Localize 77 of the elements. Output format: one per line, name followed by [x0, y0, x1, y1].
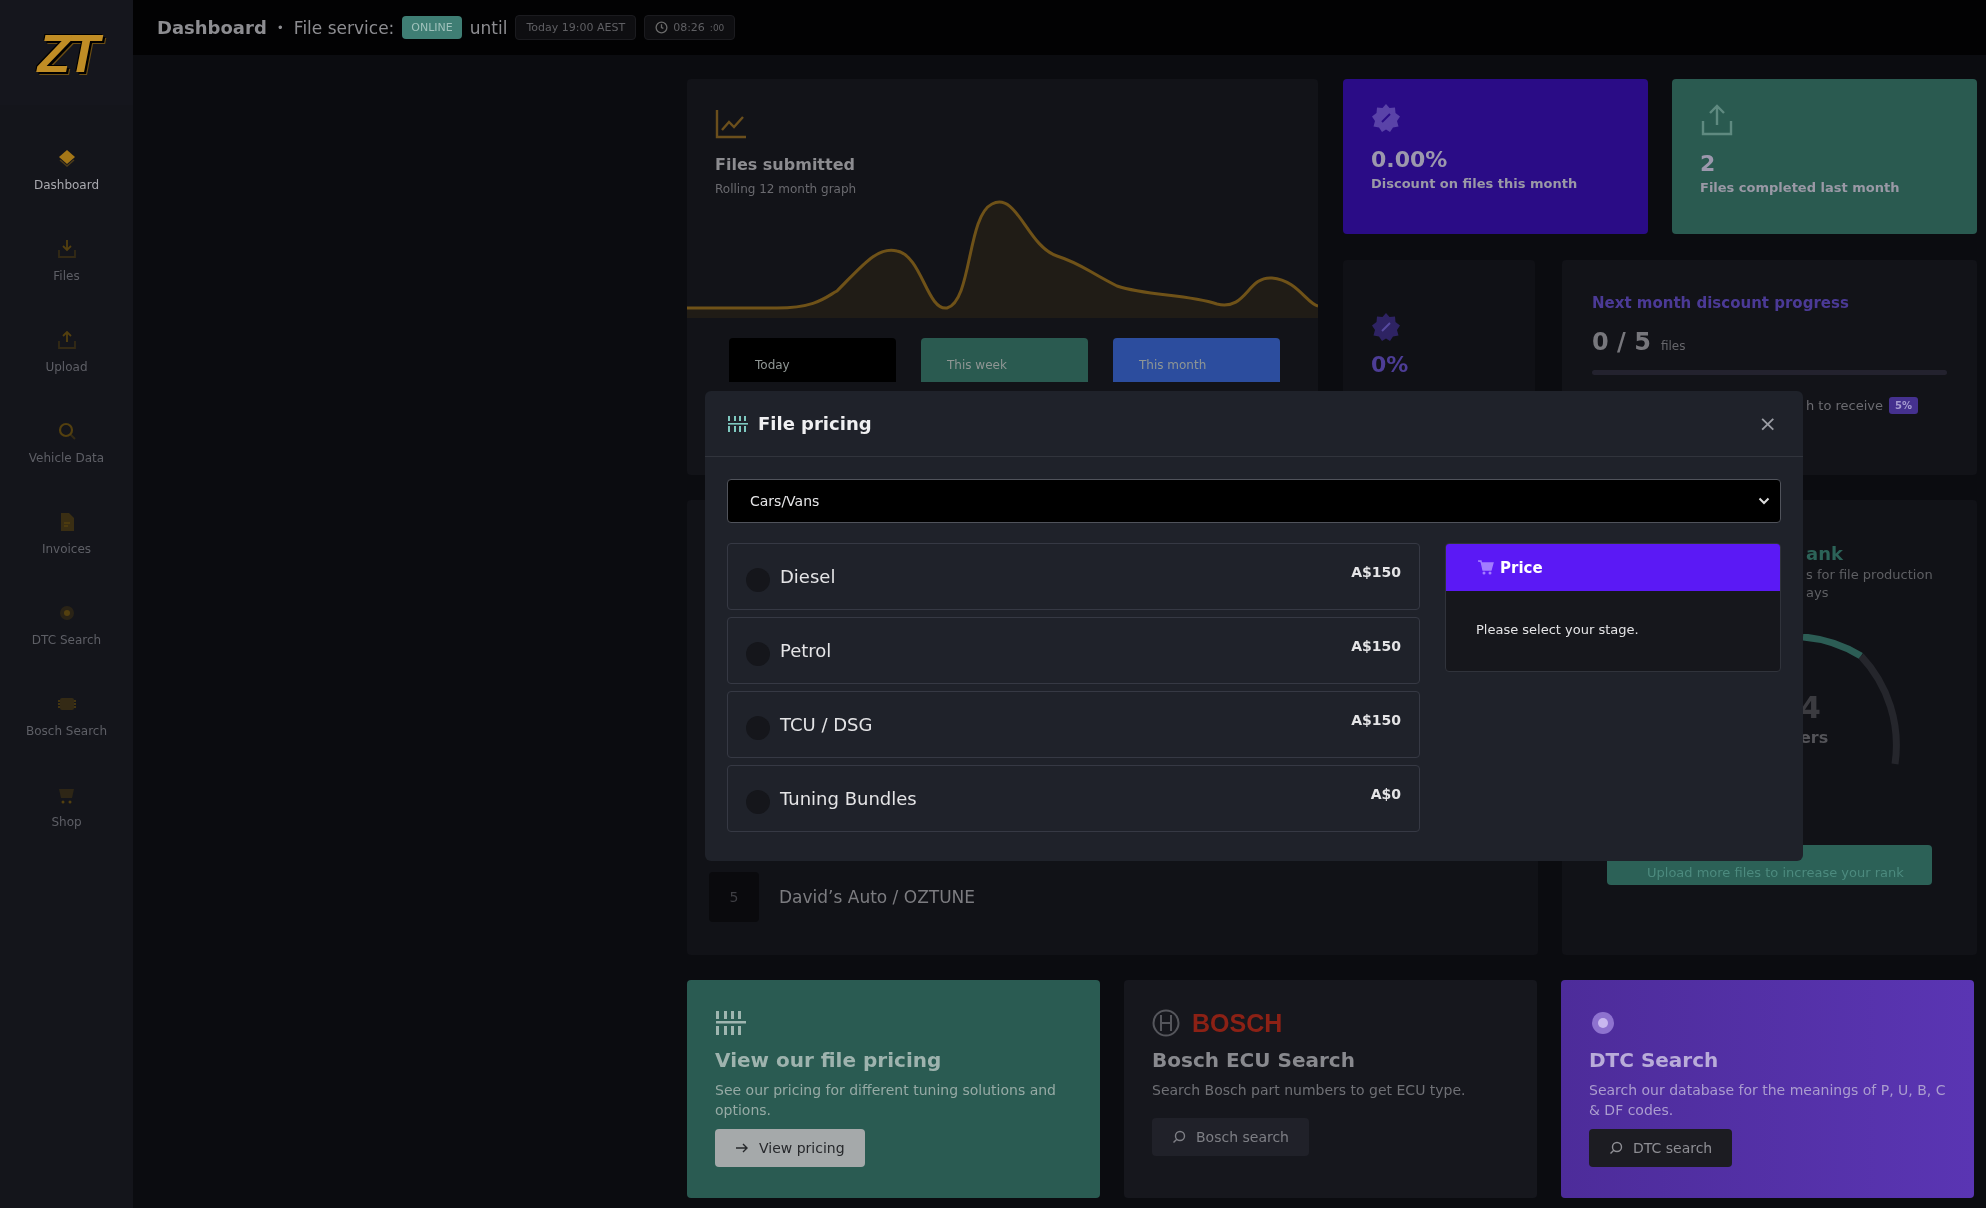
view-pricing-button[interactable]: View pricing: [715, 1128, 865, 1167]
progress-title: Next month discount progress: [1592, 294, 1850, 312]
stage-option[interactable]: TCU / DSG A$150: [727, 691, 1420, 758]
card-text: Search our database for the meanings of P, U, B, C & DF codes.: [1589, 1081, 1946, 1121]
until-time: Today 19:00 AEST: [515, 15, 637, 40]
sidebar-item[interactable]: Upload: [0, 329, 133, 374]
close-button[interactable]: ×: [1754, 411, 1781, 436]
card-title: Bosch ECU Search: [1152, 1048, 1355, 1072]
sidebar-item[interactable]: DTC Search: [0, 602, 133, 647]
sidebar-item[interactable]: Bosch Search: [0, 693, 133, 738]
cart-icon: [1478, 560, 1494, 575]
until-label: until: [469, 17, 508, 38]
clock-time: 08:26: [673, 21, 705, 34]
dialog-title: File pricing: [758, 413, 872, 434]
option-label: Petrol: [780, 640, 832, 661]
price-list-icon: [728, 415, 748, 432]
price-message: Please select your stage.: [1475, 621, 1640, 639]
option-price: A$150: [1351, 638, 1401, 654]
card-title: DTC Search: [1589, 1048, 1719, 1072]
sidebar-item[interactable]: Vehicle Data: [0, 420, 133, 465]
option-label: Diesel: [780, 566, 836, 587]
search-button[interactable]: Bosch search: [1152, 1118, 1309, 1157]
stat-label: Discount on files this month: [1371, 176, 1578, 191]
card-text: Search Bosch part numbers to get ECU type.: [1152, 1081, 1466, 1100]
progress-note: h to receive: [1806, 398, 1884, 413]
search-icon: [1172, 1130, 1186, 1145]
upload-icon: [55, 329, 78, 351]
sidebar-item[interactable]: Invoices: [0, 511, 133, 556]
search-button[interactable]: DTC search: [1589, 1128, 1733, 1167]
option-label: Tuning Bundles: [780, 788, 917, 809]
upload-icon: [1700, 103, 1734, 137]
option-price: A$150: [1351, 564, 1401, 580]
stat-label: Files completed last month: [1700, 180, 1900, 195]
period-tab[interactable]: Today: [729, 338, 896, 382]
option-price: A$150: [1351, 712, 1401, 728]
discount-badge-icon: [1371, 312, 1401, 342]
stage-option[interactable]: Diesel A$150: [727, 543, 1420, 610]
stat-value: 0.00%: [1371, 147, 1448, 172]
price-list-icon: [715, 1010, 747, 1036]
search-icon: [1609, 1140, 1623, 1155]
sidebar-item[interactable]: Dashboard: [0, 147, 133, 192]
stage-option[interactable]: Tuning Bundles A$0: [727, 765, 1420, 832]
option-label: TCU / DSG: [780, 714, 873, 735]
card-text: See our pricing for different tuning solutions and options.: [715, 1081, 1057, 1121]
logo[interactable]: ZT: [29, 25, 104, 80]
category-select[interactable]: Cars/Vans: [727, 479, 1781, 523]
stage-option[interactable]: Petrol A$150: [727, 617, 1420, 684]
price-title: Price: [1500, 558, 1543, 577]
status-badge: ONLINE: [402, 16, 462, 39]
clock-icon: [655, 21, 669, 34]
clock-seconds: :00: [709, 22, 725, 33]
period-tab[interactable]: This month: [1113, 338, 1280, 382]
separator-dot: •: [276, 20, 284, 35]
service-label: File service:: [293, 17, 395, 38]
rank-title: ank: [1806, 543, 1844, 564]
discount-badge-icon: [1371, 103, 1401, 133]
card-title: Files submitted: [715, 155, 855, 174]
progress-unit: files: [1660, 339, 1686, 353]
discount-badge: 5%: [1889, 397, 1919, 414]
rank-text: s for file production: [1806, 567, 1934, 582]
arrow-right-icon: [735, 1141, 749, 1154]
card-subtitle: Rolling 12 month graph: [715, 182, 857, 196]
card-title: View our file pricing: [715, 1048, 942, 1072]
sidebar-item[interactable]: Files: [0, 238, 133, 283]
brand-name: BOSCH: [1192, 1008, 1283, 1038]
download-icon: [55, 238, 78, 260]
rank-text: ays: [1806, 585, 1830, 600]
page-title: Dashboard: [157, 17, 267, 38]
sidebar-item[interactable]: Shop: [0, 784, 133, 829]
customer-name: David’s Auto / OZTUNE: [779, 887, 976, 907]
bosch-logo-icon: [1152, 1009, 1180, 1037]
progress-count: 0 / 5: [1592, 328, 1651, 356]
option-price: A$0: [1370, 786, 1401, 802]
chevron-down-icon: [1758, 497, 1770, 505]
discount-value: 0%: [1371, 352, 1410, 377]
stat-value: 2: [1700, 151, 1716, 176]
line-chart-icon: [715, 109, 747, 139]
